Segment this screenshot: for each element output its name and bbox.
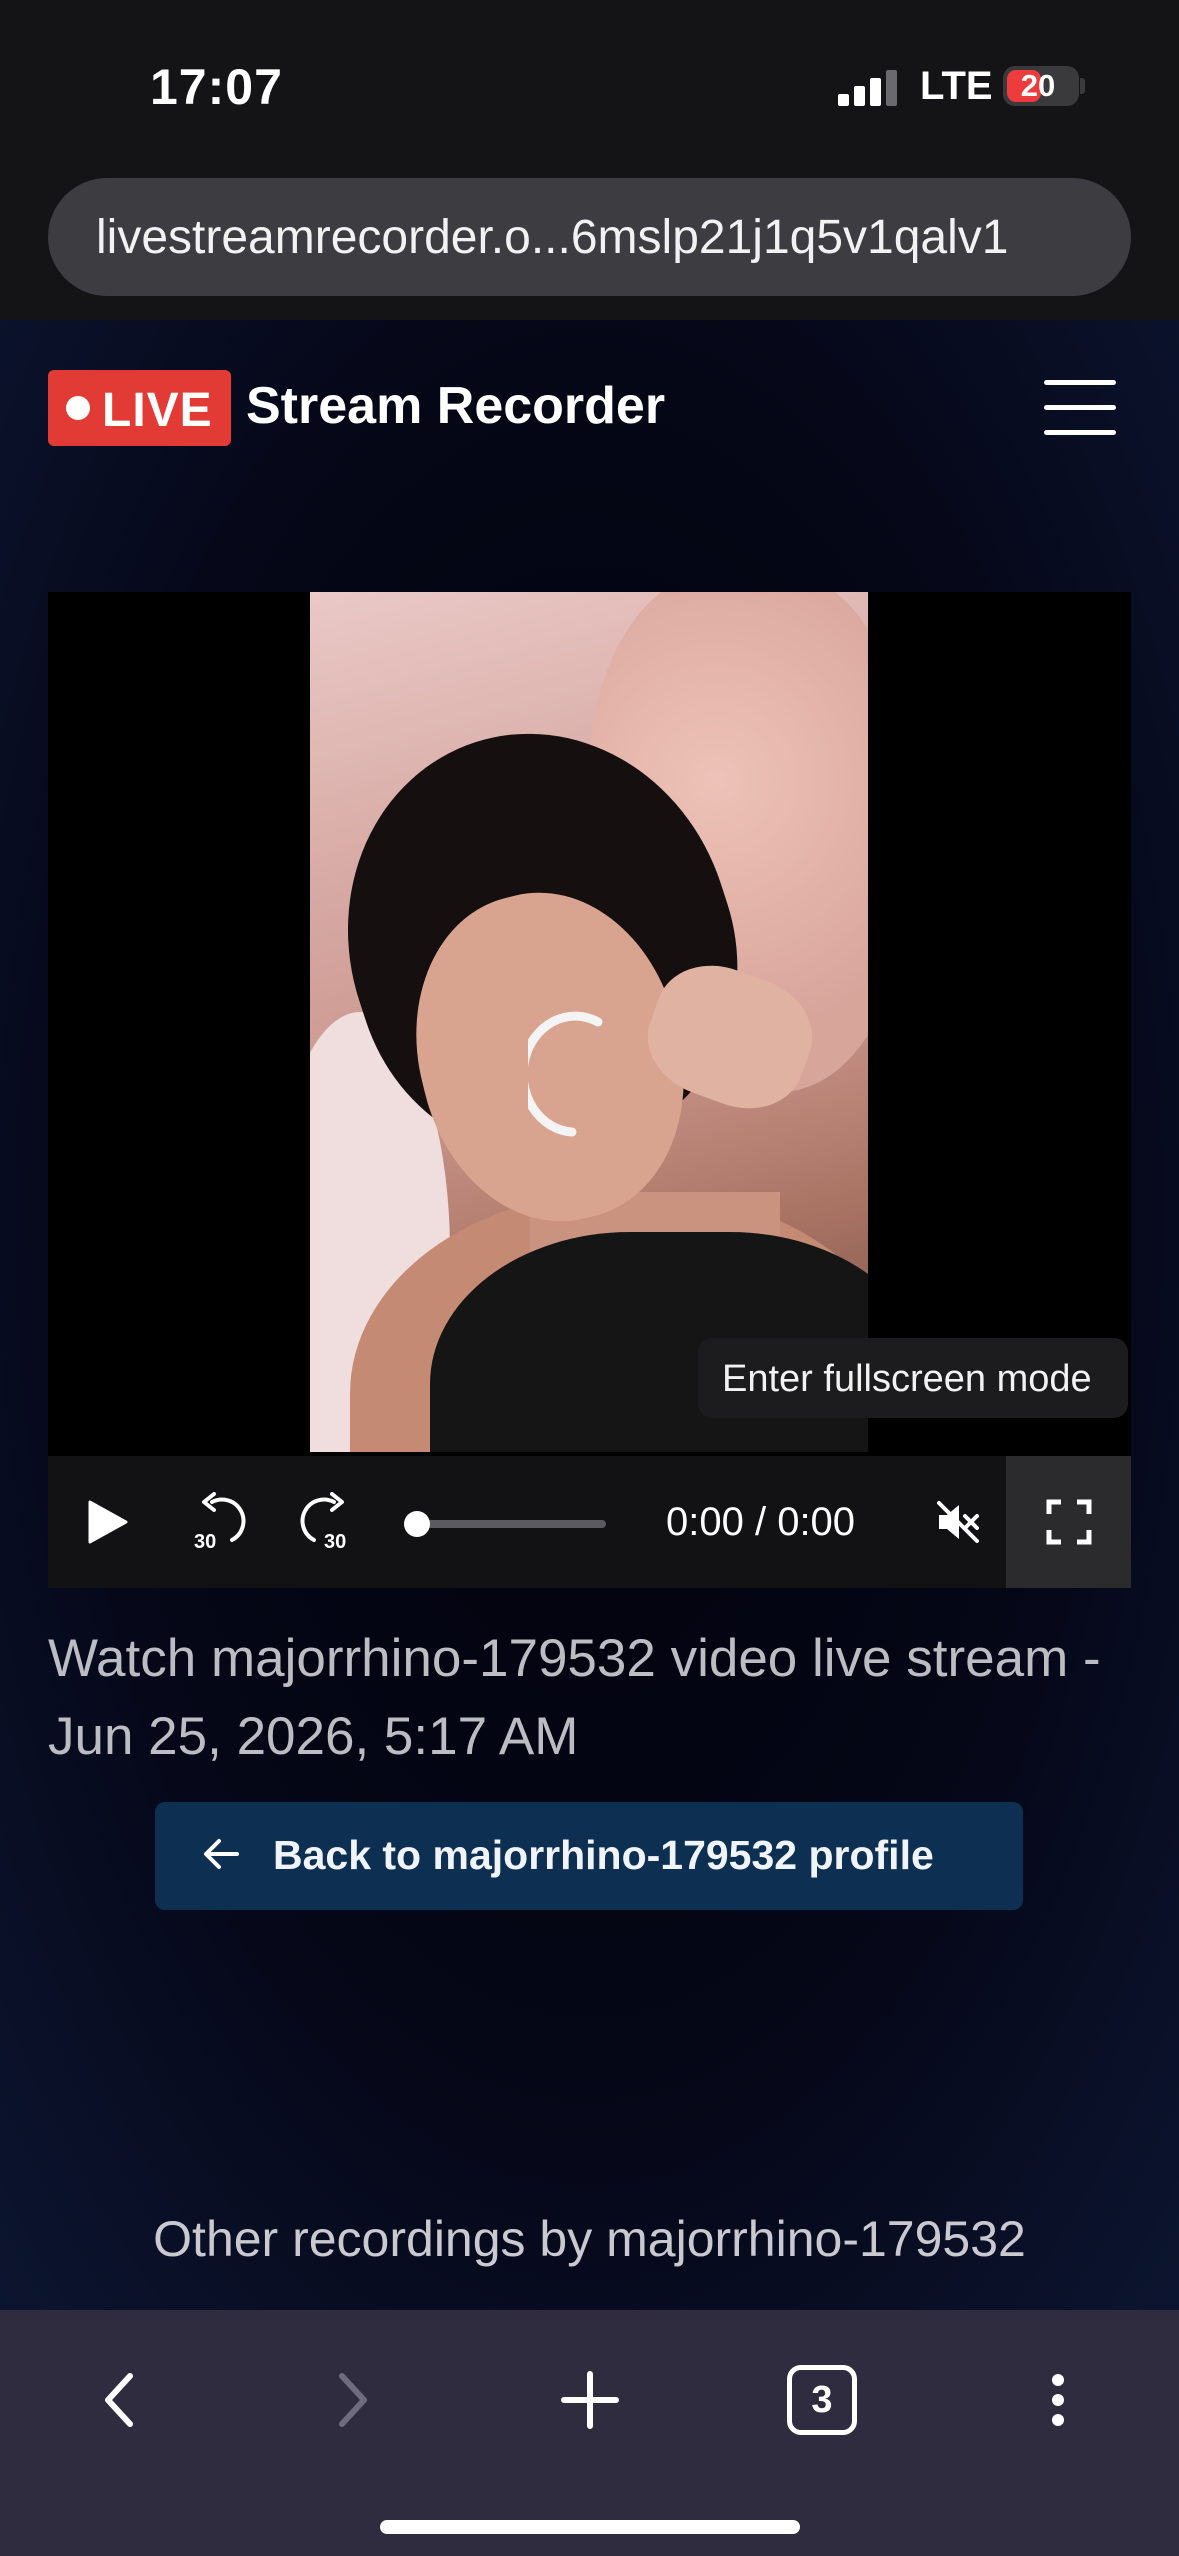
live-badge-label: LIVE bbox=[102, 384, 213, 437]
browser-bottom-toolbar: 3 bbox=[0, 2310, 1179, 2556]
tabs-button[interactable]: 3 bbox=[772, 2350, 872, 2450]
status-time: 17:07 bbox=[150, 59, 283, 115]
url-text: livestreamrecorder.o...6mslp21j1q5v1qalv… bbox=[96, 211, 1009, 264]
video-player[interactable]: Enter fullscreen mode 30 30 0:00 / 0:00 bbox=[48, 592, 1131, 1588]
more-menu-button[interactable] bbox=[1008, 2350, 1108, 2450]
seek-handle[interactable] bbox=[404, 1511, 430, 1537]
signal-strength-icon bbox=[838, 70, 900, 106]
fullscreen-tooltip: Enter fullscreen mode bbox=[698, 1338, 1128, 1418]
skip-forward-30-button[interactable]: 30 bbox=[288, 1456, 368, 1588]
fullscreen-icon bbox=[1046, 1499, 1091, 1545]
chevron-right-icon bbox=[339, 2373, 367, 2427]
home-indicator bbox=[380, 2520, 800, 2534]
play-button[interactable] bbox=[68, 1456, 148, 1588]
tooltip-text: Enter fullscreen mode bbox=[722, 1358, 1092, 1400]
forward-nav-button[interactable] bbox=[302, 2350, 402, 2450]
hamburger-menu-icon[interactable] bbox=[1040, 378, 1116, 438]
back-to-profile-button[interactable]: Back to majorrhino-179532 profile bbox=[155, 1802, 1023, 1910]
live-dot-icon bbox=[66, 396, 90, 420]
plus-icon bbox=[561, 2371, 619, 2429]
back-to-profile-label: Back to majorrhino-179532 profile bbox=[273, 1832, 934, 1878]
muted-speaker-icon bbox=[937, 1501, 979, 1543]
network-type: LTE bbox=[920, 64, 993, 108]
fullscreen-button[interactable] bbox=[1006, 1456, 1131, 1588]
browser-top-chrome: 17:07 LTE 20 livestreamrecorder.o...6msl… bbox=[0, 0, 1179, 320]
time-display: 0:00 / 0:00 bbox=[666, 1500, 856, 1544]
more-vertical-icon bbox=[1052, 2374, 1064, 2426]
loading-spinner-icon bbox=[528, 1011, 603, 1137]
live-badge[interactable]: LIVE bbox=[48, 370, 231, 446]
battery-nub bbox=[1080, 78, 1085, 94]
address-bar[interactable]: livestreamrecorder.o...6mslp21j1q5v1qalv… bbox=[48, 178, 1131, 296]
arrow-left-icon bbox=[204, 1839, 239, 1869]
battery-icon: 20 bbox=[1003, 66, 1079, 106]
back-nav-button[interactable] bbox=[70, 2350, 170, 2450]
play-icon bbox=[88, 1500, 128, 1544]
skip-forward-label: 30 bbox=[324, 1531, 346, 1552]
rewind-30-icon: 30 bbox=[194, 1492, 246, 1552]
chevron-left-icon bbox=[105, 2373, 133, 2427]
mute-button[interactable] bbox=[918, 1456, 998, 1588]
new-tab-button[interactable] bbox=[540, 2350, 640, 2450]
seek-bar[interactable] bbox=[404, 1511, 606, 1537]
site-title[interactable]: Stream Recorder bbox=[246, 376, 665, 436]
player-controls: 30 30 0:00 / 0:00 bbox=[48, 1456, 1131, 1588]
other-recordings-heading: Other recordings by majorrhino-179532 bbox=[153, 2211, 1026, 2267]
skip-back-30-button[interactable]: 30 bbox=[178, 1456, 258, 1588]
web-page: LIVE Stream Recorder Enter fullscreen mo… bbox=[0, 320, 1179, 2310]
battery-level: 20 bbox=[1020, 68, 1056, 103]
skip-back-label: 30 bbox=[194, 1531, 216, 1552]
tab-count: 3 bbox=[787, 2365, 857, 2435]
forward-30-icon: 30 bbox=[300, 1492, 346, 1552]
video-caption: Watch majorrhino-179532 video live strea… bbox=[48, 1629, 1101, 1766]
